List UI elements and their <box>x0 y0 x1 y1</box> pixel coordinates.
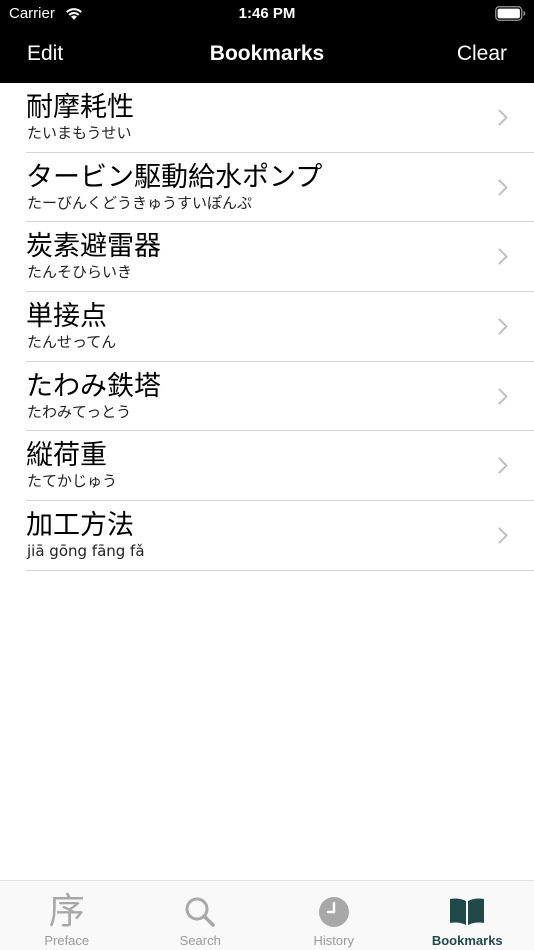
bookmark-row[interactable]: 縦荷重 たてかじゅう <box>26 431 534 502</box>
page-title: Bookmarks <box>209 42 325 65</box>
bookmark-term: タービン駆動給水ポンプ <box>26 161 323 193</box>
battery-icon <box>495 6 526 21</box>
status-bar: Carrier 1:46 PM <box>0 0 534 28</box>
clock-icon <box>316 894 352 930</box>
navigation-bar: Edit Bookmarks Clear <box>0 28 534 83</box>
chevron-right-icon <box>498 179 508 196</box>
preface-glyph: 序 <box>48 891 85 932</box>
bookmark-reading: たんそひらいき <box>27 263 133 282</box>
bookmark-row[interactable]: 炭素避雷器 たんそひらいき <box>26 222 534 293</box>
bookmark-term: 単接点 <box>26 301 107 333</box>
bookmark-row[interactable]: 単接点 たんせってん <box>26 292 534 362</box>
bookmark-reading: たんせってん <box>27 333 117 352</box>
status-time: 1:46 PM <box>238 5 296 22</box>
bookmark-reading: たてかじゅう <box>27 472 118 491</box>
header: Carrier 1:46 PM Edit Bookmarks Clear <box>0 0 534 83</box>
tab-label: Bookmarks <box>431 933 503 948</box>
tab-bar: 序 Preface Search History Bookmarks <box>0 880 534 950</box>
book-icon <box>449 894 485 930</box>
preface-kanji-icon: 序 <box>49 894 85 930</box>
chevron-right-icon <box>498 318 508 335</box>
bookmark-row[interactable]: タービン駆動給水ポンプ たーびんくどうきゅうすいぽんぷ <box>26 153 534 223</box>
tab-label: Search <box>179 933 221 948</box>
clear-button[interactable]: Clear <box>457 42 507 66</box>
bookmark-reading: たわみてっとう <box>27 402 132 421</box>
bookmark-term: 炭素避雷器 <box>26 231 161 263</box>
chevron-right-icon <box>498 388 508 405</box>
bookmark-row[interactable]: 耐摩耗性 たいまもうせい <box>26 83 534 153</box>
tab-bookmarks[interactable]: Bookmarks <box>401 881 534 950</box>
edit-button[interactable]: Edit <box>27 42 63 66</box>
tab-label: Preface <box>44 933 90 948</box>
bookmark-term: たわみ鉄塔 <box>26 370 161 402</box>
bookmark-reading: jiā gōng fāng fǎ <box>27 542 145 561</box>
bookmark-reading: たーびんくどうきゅうすいぽんぷ <box>27 193 253 212</box>
bookmark-list: 耐摩耗性 たいまもうせい タービン駆動給水ポンプ たーびんくどうきゅうすいぽんぷ… <box>0 83 534 571</box>
chevron-right-icon <box>498 457 508 475</box>
bookmark-term: 縦荷重 <box>26 440 107 472</box>
chevron-right-icon <box>498 248 508 265</box>
tab-search[interactable]: Search <box>134 881 268 950</box>
bookmark-reading: たいまもうせい <box>27 124 132 142</box>
tab-label: History <box>313 933 354 948</box>
chevron-right-icon <box>498 527 508 544</box>
tab-preface[interactable]: 序 Preface <box>0 881 134 950</box>
bookmark-row[interactable]: 加工方法 jiā gōng fāng fǎ <box>26 501 534 571</box>
bookmark-term: 耐摩耗性 <box>26 92 134 123</box>
bookmark-term: 加工方法 <box>26 510 134 542</box>
bookmark-row[interactable]: たわみ鉄塔 たわみてっとう <box>26 362 534 432</box>
chevron-right-icon <box>498 109 508 126</box>
magnifier-icon <box>182 894 218 930</box>
tab-history[interactable]: History <box>267 881 401 950</box>
